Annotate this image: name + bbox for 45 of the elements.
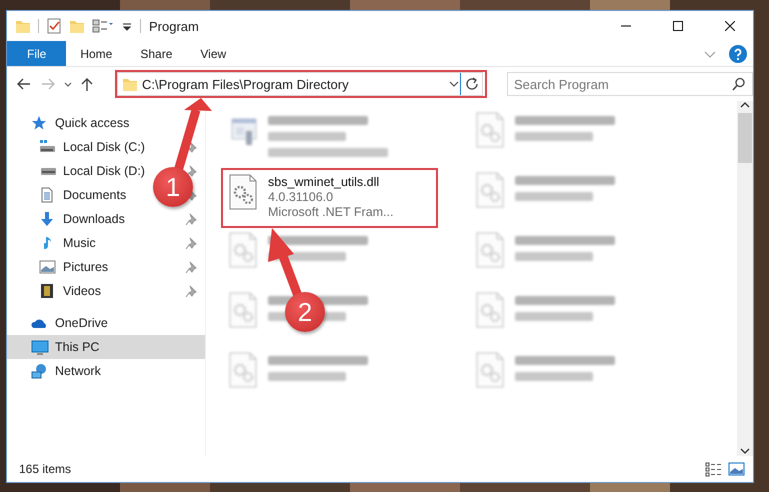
search-field[interactable]: Search Program bbox=[507, 72, 753, 96]
search-icon[interactable] bbox=[732, 77, 746, 91]
scroll-thumb[interactable] bbox=[738, 113, 752, 163]
close-icon bbox=[725, 21, 735, 31]
back-arrow-icon[interactable] bbox=[15, 76, 33, 92]
annotation-arrow bbox=[268, 228, 302, 298]
refresh-icon bbox=[464, 77, 478, 91]
scrollbar[interactable] bbox=[737, 101, 753, 456]
properties-icon[interactable] bbox=[92, 18, 114, 34]
sidebar-item[interactable]: Videos bbox=[7, 279, 205, 303]
file-detail: 4.0.31106.0 bbox=[268, 190, 334, 204]
picture-icon bbox=[39, 259, 57, 275]
sidebar-item[interactable]: Quick access bbox=[7, 111, 205, 135]
sidebar-item[interactable]: Music bbox=[7, 231, 205, 255]
drive-icon bbox=[40, 166, 56, 176]
drive-icon bbox=[39, 139, 57, 155]
expand-ribbon-icon[interactable] bbox=[703, 48, 717, 58]
address-bar[interactable]: C:\Program Files\Program Directory bbox=[117, 72, 483, 96]
file-name[interactable]: sbs_wminet_utils.dll bbox=[268, 175, 394, 189]
ribbon-tab[interactable]: Share bbox=[126, 41, 186, 66]
maximize-icon bbox=[673, 21, 683, 31]
ribbon-tab[interactable]: Home bbox=[66, 41, 126, 66]
window-title: Program bbox=[149, 18, 199, 34]
ribbon-tab[interactable]: File bbox=[7, 41, 66, 66]
file-detail: Microsoft .NET Fram... bbox=[268, 205, 394, 219]
sidebar-item[interactable]: Local Disk (C:) bbox=[7, 135, 205, 159]
details-view-icon[interactable] bbox=[705, 461, 722, 477]
sidebar-item[interactable]: Downloads bbox=[7, 207, 205, 231]
sidebar-item[interactable]: Pictures bbox=[7, 255, 205, 279]
thumbnails-view-icon[interactable] bbox=[728, 461, 745, 477]
monitor-icon bbox=[31, 339, 49, 355]
folder-icon bbox=[122, 76, 138, 92]
item-count: 165 items bbox=[19, 462, 72, 476]
folder-icon bbox=[15, 18, 31, 34]
help-icon[interactable] bbox=[729, 44, 747, 62]
network-icon bbox=[31, 363, 49, 379]
sidebar-item[interactable]: Network bbox=[7, 359, 205, 383]
sidebar-item[interactable]: OneDrive bbox=[7, 311, 205, 335]
scroll-down-icon[interactable] bbox=[739, 446, 751, 456]
ribbon-tab[interactable]: View bbox=[186, 41, 240, 66]
music-note-icon bbox=[44, 236, 52, 250]
sidebar-item[interactable]: This PC bbox=[7, 335, 205, 359]
up-arrow-icon[interactable] bbox=[79, 76, 95, 92]
checklist-icon[interactable] bbox=[46, 18, 62, 34]
minimize-icon bbox=[621, 25, 631, 27]
